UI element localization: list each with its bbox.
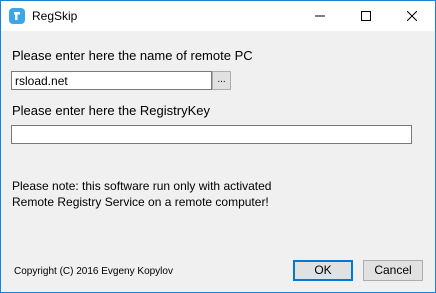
minimize-icon [315, 15, 325, 17]
ok-button[interactable]: OK [293, 260, 353, 281]
browse-button[interactable]: ... [212, 71, 231, 90]
app-icon [9, 8, 25, 24]
remote-pc-input[interactable]: rsload.net [11, 71, 212, 90]
note-line-1: Please note: this software run only with… [12, 179, 272, 193]
registry-key-label: Please enter here the RegistryKey [12, 103, 210, 118]
copyright-text: Copyright (C) 2016 Evgeny Kopylov [14, 266, 173, 277]
registry-key-input[interactable] [11, 125, 412, 144]
remote-pc-label: Please enter here the name of remote PC [12, 48, 253, 63]
close-icon [407, 11, 417, 21]
maximize-button[interactable] [343, 1, 389, 31]
regskip-window: RegSkip Please enter here the name of re… [0, 0, 436, 293]
maximize-icon [361, 11, 371, 21]
note-line-2: Remote Registry Service on a remote comp… [12, 195, 269, 209]
minimize-button[interactable] [297, 1, 343, 31]
close-button[interactable] [389, 1, 435, 31]
window-title: RegSkip [32, 9, 78, 23]
cancel-button[interactable]: Cancel [363, 260, 423, 281]
title-bar[interactable]: RegSkip [1, 1, 435, 31]
